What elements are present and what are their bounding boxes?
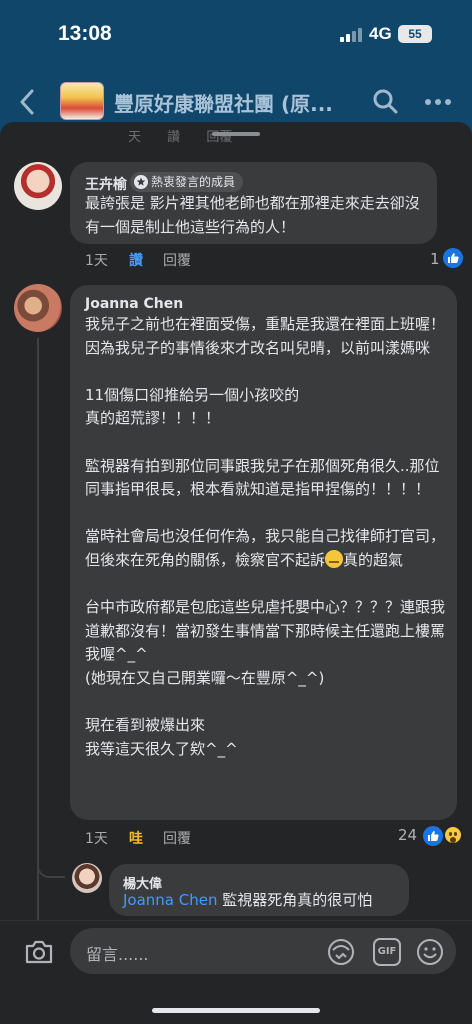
reaction-count[interactable]: 1: [430, 250, 440, 268]
comment-author[interactable]: Joanna Chen: [85, 296, 183, 312]
comment-actions: 1天 讚 回覆: [85, 250, 285, 270]
like-button[interactable]: 讚: [129, 250, 143, 270]
comment-text: 我兒子之前也在裡面受傷，重點是我還在裡面上班喔！因為我兒子的事情後來才改名叫兒晴…: [85, 315, 446, 758]
comment-text: 最誇張是 影片裡其他老師也都在那裡走來走去卻沒有一個是制止他這些行為的人！: [85, 194, 420, 236]
status-bar: 13:08 4G 55: [0, 0, 472, 70]
avatar[interactable]: [14, 162, 62, 210]
group-title[interactable]: 豐原好康聯盟社團 (原...: [114, 88, 333, 117]
sheet-grabber[interactable]: [212, 132, 260, 136]
more-options-icon[interactable]: [424, 98, 452, 106]
comment-actions: 1天 哇 回覆: [85, 828, 285, 848]
avatar-sticker-icon[interactable]: [327, 938, 355, 966]
camera-icon[interactable]: [24, 938, 54, 966]
member-badge: 熱衷發言的成員: [130, 172, 244, 192]
clock: 13:08: [58, 22, 112, 45]
signal-icon: [340, 28, 364, 42]
mention-link[interactable]: Joanna Chen: [123, 891, 217, 909]
comment-time: 1天: [85, 253, 108, 269]
gif-icon[interactable]: GIF: [373, 938, 401, 966]
thread-branch: [37, 862, 65, 878]
group-thumbnail[interactable]: [60, 82, 104, 120]
battery-icon: 55: [398, 25, 432, 43]
wow-reaction-icon: [443, 825, 463, 845]
search-icon[interactable]: [372, 88, 398, 114]
emoji-icon[interactable]: [416, 938, 444, 966]
avatar[interactable]: [72, 863, 102, 893]
reply-text: Joanna Chen 監視器死角真的很可怕: [123, 891, 373, 909]
back-arrow-icon[interactable]: [16, 88, 40, 116]
reply-button[interactable]: 回覆: [163, 828, 191, 848]
comment-time: 1天: [85, 831, 108, 847]
group-header: 豐原好康聯盟社團 (原...: [0, 78, 472, 126]
comment-input-placeholder: 留言......: [86, 945, 149, 964]
home-indicator[interactable]: [152, 1008, 320, 1013]
reaction-count[interactable]: 24: [398, 826, 417, 844]
thread-line: [37, 338, 39, 920]
like-button[interactable]: 哇: [129, 828, 143, 848]
reply-button[interactable]: 回覆: [163, 250, 191, 270]
network-type: 4G: [369, 24, 392, 43]
like-reaction-icon: [443, 248, 463, 268]
expressionless-emoji-icon: [325, 549, 344, 568]
comment-author[interactable]: 王卉榆: [85, 174, 127, 194]
avatar[interactable]: [14, 284, 62, 332]
like-reaction-icon: [423, 826, 443, 846]
star-icon: [134, 175, 148, 189]
